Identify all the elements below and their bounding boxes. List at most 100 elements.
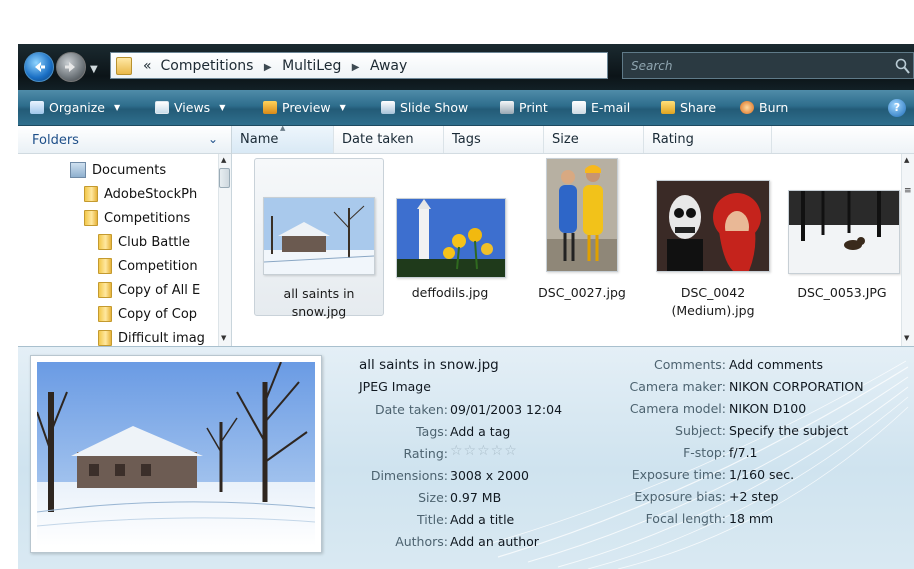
rating-stars[interactable]: ☆☆☆☆☆ xyxy=(450,443,518,459)
column-header-rating[interactable]: Rating xyxy=(644,126,772,153)
scroll-down-icon[interactable]: ▼ xyxy=(221,334,226,342)
folders-title: Folders xyxy=(32,133,79,148)
property-label: Camera model: xyxy=(629,401,726,416)
folder-icon xyxy=(98,306,112,322)
organize-button[interactable]: Organize ▼ xyxy=(30,100,120,115)
property-label: Dimensions: xyxy=(370,468,448,483)
column-label: Date taken xyxy=(342,132,414,147)
exposure-time-value: 1/160 sec. xyxy=(729,467,795,482)
burn-icon xyxy=(740,101,754,114)
column-header-date-taken[interactable]: Date taken xyxy=(334,126,444,153)
chevron-right-icon[interactable]: ▶ xyxy=(352,62,360,73)
property-label: Comments: xyxy=(654,357,726,372)
search-icon[interactable] xyxy=(895,57,911,75)
column-header-size[interactable]: Size xyxy=(544,126,644,153)
burn-label: Burn xyxy=(759,100,789,115)
chevron-right-icon[interactable]: ▶ xyxy=(264,62,272,73)
views-button[interactable]: Views ▼ xyxy=(155,100,225,115)
tree-item-competition[interactable]: Competition xyxy=(98,258,218,274)
print-button[interactable]: Print xyxy=(500,100,548,115)
comments-value[interactable]: Add comments xyxy=(729,357,823,372)
chevron-down-icon[interactable]: ⌄ xyxy=(208,132,218,146)
scroll-up-icon[interactable]: ▲ xyxy=(221,156,226,164)
tree-item-label: AdobeStockPh xyxy=(104,186,198,202)
forward-button[interactable] xyxy=(56,52,86,82)
search-input[interactable]: Search xyxy=(622,52,914,79)
property-label: Exposure time: xyxy=(631,467,726,482)
email-button[interactable]: E-mail xyxy=(572,100,630,115)
address-field[interactable]: « Competitions ▶ MultiLeg ▶ Away ▼ ⟳ xyxy=(110,52,693,79)
organize-icon xyxy=(30,101,44,114)
file-name-line: DSC_0042 xyxy=(680,285,746,300)
column-header-name[interactable]: ▲ Name xyxy=(232,124,334,153)
share-button[interactable]: Share xyxy=(661,100,716,115)
thumbnail-masks xyxy=(656,180,770,272)
scroll-down-icon[interactable]: ▼ xyxy=(904,334,909,342)
details-pane: all saints in snow.jpg JPEG Image Date t… xyxy=(18,346,914,569)
file-name-label: deffodils.jpg xyxy=(390,284,510,302)
property-label: Rating: xyxy=(403,446,448,461)
file-tile[interactable]: deffodils.jpg xyxy=(390,158,510,316)
breadcrumb-item[interactable]: MultiLeg xyxy=(282,58,341,74)
burn-button[interactable]: Burn xyxy=(740,100,788,115)
tree-item-label: Competition xyxy=(118,258,198,274)
folders-header[interactable]: Folders ⌄ xyxy=(18,126,231,154)
tags-value[interactable]: Add a tag xyxy=(450,424,510,439)
thumbnail-daffodils xyxy=(396,198,506,278)
file-tile[interactable]: DSC_0027.jpg xyxy=(522,158,642,316)
print-icon xyxy=(500,101,514,114)
column-label: Tags xyxy=(452,132,481,147)
file-name-line: DSC_0053.JPG xyxy=(797,285,887,300)
tree-item-adobestock[interactable]: AdobeStockPh xyxy=(84,186,218,202)
scrollbar-grip-icon[interactable]: ≡ xyxy=(904,186,912,196)
property-label: Size: xyxy=(418,490,448,505)
details-filename: all saints in snow.jpg xyxy=(359,357,499,373)
file-tile[interactable]: DSC_0053.JPG xyxy=(784,158,900,316)
slide-show-label: Slide Show xyxy=(400,100,469,115)
documents-icon xyxy=(70,162,86,178)
tree-item-label: Club Battle xyxy=(118,234,191,250)
tree-item-copy-of-cop[interactable]: Copy of Cop xyxy=(98,306,218,322)
scrollbar-thumb[interactable] xyxy=(219,168,230,188)
back-button[interactable] xyxy=(24,52,54,82)
title-value[interactable]: Add a title xyxy=(450,512,514,527)
exposure-bias-value: +2 step xyxy=(729,489,779,504)
folder-icon xyxy=(84,186,98,202)
file-name-line: DSC_0027.jpg xyxy=(538,285,626,300)
tree-item-label: Copy of All E xyxy=(118,282,201,298)
share-label: Share xyxy=(680,100,717,115)
column-label: Name xyxy=(240,132,279,147)
date-taken-value[interactable]: 09/01/2003 12:04 xyxy=(450,402,562,417)
files-scrollbar[interactable] xyxy=(901,154,914,346)
command-bar: Organize ▼ Views ▼ Preview ▼ Slide Show Pri… xyxy=(18,90,914,126)
tree-item-label: Difficult imag xyxy=(118,330,205,346)
property-label: Camera maker: xyxy=(629,379,726,394)
folder-icon xyxy=(98,330,112,346)
breadcrumb-item[interactable]: Away xyxy=(370,58,407,74)
arrow-left-icon xyxy=(35,62,45,72)
tree-item-difficult[interactable]: Difficult imag xyxy=(98,330,218,346)
property-label: F-stop: xyxy=(683,445,726,460)
file-tile[interactable]: DSC_0042 (Medium).jpg xyxy=(652,158,774,318)
recent-pages-dropdown[interactable]: ▼ xyxy=(90,64,98,75)
breadcrumb-item[interactable]: Competitions xyxy=(160,58,253,74)
column-header-tags[interactable]: Tags xyxy=(444,126,544,153)
tree-item-documents[interactable]: Documents xyxy=(70,162,216,178)
thumbnail-dog-snow xyxy=(788,190,900,274)
slide-show-button[interactable]: Slide Show xyxy=(381,100,468,115)
authors-value[interactable]: Add an author xyxy=(450,534,539,549)
property-label: Focal length: xyxy=(645,511,726,526)
help-button[interactable]: ? xyxy=(888,99,906,117)
tree-item-copy-of-all[interactable]: Copy of All E xyxy=(98,282,218,298)
folder-icon xyxy=(98,282,112,298)
folders-pane: Folders ⌄ Documents AdobeStockPh Competi… xyxy=(18,126,232,346)
subject-value[interactable]: Specify the subject xyxy=(729,423,848,438)
preview-button[interactable]: Preview ▼ xyxy=(263,100,346,115)
tree-item-competitions[interactable]: Competitions xyxy=(84,210,218,226)
file-name-line: all saints in xyxy=(283,286,355,301)
scroll-up-icon[interactable]: ▲ xyxy=(904,156,909,164)
breadcrumb-overflow-icon[interactable]: « xyxy=(143,58,152,74)
tree-item-club-battle[interactable]: Club Battle xyxy=(98,234,218,250)
file-tile[interactable]: all saints in snow.jpg xyxy=(254,158,384,319)
preview-label: Preview xyxy=(282,100,331,115)
